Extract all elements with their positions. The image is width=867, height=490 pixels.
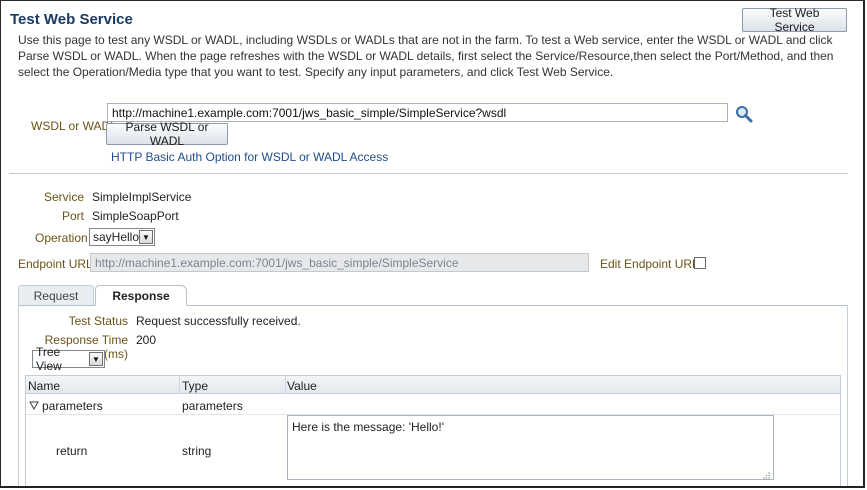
operation-label: Operation xyxy=(35,231,88,245)
operation-select[interactable]: sayHello ▼ xyxy=(89,228,155,246)
view-select[interactable]: Tree View ▼ xyxy=(32,345,105,373)
row-type: parameters xyxy=(182,399,243,413)
test-status-label: Test Status xyxy=(68,314,128,328)
chevron-down-icon[interactable]: ▼ xyxy=(139,230,153,244)
edit-endpoint-label: Edit Endpoint URL xyxy=(600,257,699,271)
resize-grip-icon[interactable] xyxy=(762,468,770,479)
tab-response[interactable]: Response xyxy=(95,285,187,306)
column-divider xyxy=(285,376,286,394)
table-row[interactable]: parameters parameters xyxy=(26,394,840,414)
column-header-type[interactable]: Type xyxy=(180,376,285,394)
edit-endpoint-checkbox[interactable] xyxy=(694,257,706,269)
page-title: Test Web Service xyxy=(10,11,133,28)
row-name: parameters xyxy=(42,399,103,413)
service-value: SimpleImplService xyxy=(92,190,192,204)
chevron-down-icon[interactable]: ▼ xyxy=(89,352,103,366)
service-label: Service xyxy=(43,190,84,204)
wsdl-label: WSDL or WADL xyxy=(31,119,117,133)
port-value: SimpleSoapPort xyxy=(92,209,179,223)
column-divider xyxy=(179,376,180,394)
row-type: string xyxy=(182,444,212,458)
column-header-value[interactable]: Value xyxy=(285,376,840,394)
tab-request[interactable]: Request xyxy=(18,285,94,305)
triangle-down-icon[interactable] xyxy=(29,399,39,411)
response-time-value: 200 xyxy=(136,333,157,347)
separator xyxy=(9,173,848,174)
port-label: Port xyxy=(61,209,84,223)
row-name: return xyxy=(56,444,88,458)
column-header-name[interactable]: Name xyxy=(26,376,180,394)
view-select-value: Tree View xyxy=(36,345,62,373)
http-basic-auth-link[interactable]: HTTP Basic Auth Option for WSDL or WADL … xyxy=(111,150,388,164)
page-description: Use this page to test any WSDL or WADL, … xyxy=(18,33,834,79)
test-status-value: Request successfully received. xyxy=(136,314,301,328)
endpoint-url-input xyxy=(90,253,589,272)
operation-select-value: sayHello xyxy=(93,230,140,244)
magnifier-icon[interactable] xyxy=(734,105,754,123)
test-web-service-button[interactable]: Test Web Service xyxy=(742,6,847,34)
window-frame: Test Web Service Test Web Service Use th… xyxy=(0,0,865,488)
return-value-textarea[interactable]: Here is the message: 'Hello!' xyxy=(287,415,774,480)
parse-wsdl-button[interactable]: Parse WSDL or WADL xyxy=(106,120,228,148)
return-value-text: Here is the message: 'Hello!' xyxy=(292,420,444,434)
endpoint-url-label: Endpoint URL xyxy=(18,257,93,271)
